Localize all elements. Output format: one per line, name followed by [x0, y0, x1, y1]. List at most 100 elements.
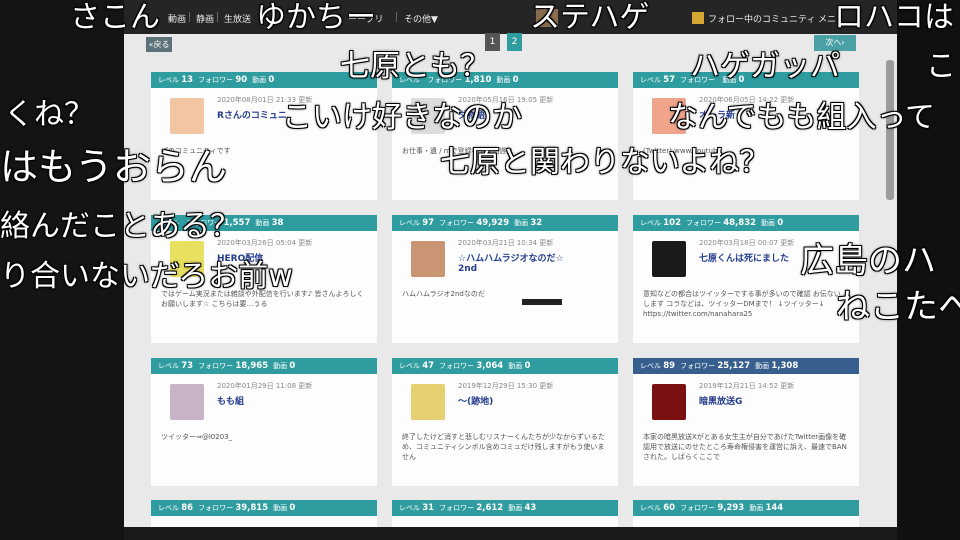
community-title[interactable]: ～(跡地) — [458, 394, 493, 407]
scrolling-comment: くね？ — [4, 97, 94, 132]
nav-other[interactable]: その他▼ — [404, 12, 438, 25]
community-thumbnail[interactable] — [652, 241, 686, 277]
card-stats-bar: レベル 97 フォロワー 49,929 動画 32 — [392, 215, 618, 231]
followers-label: フォロワー — [439, 504, 477, 512]
level-label: レベル — [399, 362, 423, 370]
level-value: 31 — [422, 503, 435, 513]
coin-icon[interactable] — [692, 12, 704, 24]
community-thumbnail[interactable] — [652, 384, 686, 420]
community-card[interactable]: レベル 97 フォロワー 49,929 動画 32 2020年03月21日 10:34… — [392, 215, 618, 343]
followers-label: フォロワー — [198, 76, 236, 84]
scrolling-comment: はもうおらん — [0, 145, 227, 189]
taskbar — [124, 527, 897, 540]
followers-label: フォロワー — [439, 362, 477, 370]
scrolling-comment: 七原とも？ — [340, 49, 490, 84]
scrolling-comment: さこん — [70, 0, 160, 35]
level-label: レベル — [399, 219, 423, 227]
updated-date: 2020年01月29日 11:08 更新 — [217, 382, 313, 390]
nav-seiga[interactable]: 静画 — [196, 12, 214, 25]
nav-followed-communities[interactable]: フォロー中のコミュニティ — [708, 12, 815, 25]
followers-value: 18,965 — [235, 361, 269, 371]
community-card[interactable]: レベル 73 フォロワー 18,965 動画 0 2020年01月29日 11:08 … — [151, 358, 377, 486]
page-2-button[interactable]: 2 — [507, 33, 522, 51]
level-value: 97 — [422, 218, 435, 228]
community-thumbnail[interactable] — [411, 384, 445, 420]
videos-value: 0 — [289, 361, 296, 371]
level-value: 57 — [663, 75, 676, 85]
card-stats-bar: レベル 60 フォロワー 9,293 動画 144 — [633, 500, 859, 516]
followers-label: フォロワー — [680, 362, 718, 370]
community-thumbnail[interactable] — [170, 384, 204, 420]
level-value: 86 — [181, 503, 194, 513]
videos-value: 0 — [524, 361, 531, 371]
scrolling-comment: ねこたへ — [836, 287, 960, 327]
back-button[interactable]: «戻る — [146, 37, 172, 52]
nav-live[interactable]: 生放送 — [224, 12, 251, 25]
level-value: 102 — [663, 218, 681, 228]
videos-value: 43 — [524, 503, 537, 513]
followers-value: 25,127 — [717, 361, 751, 371]
followers-value: 49,929 — [476, 218, 510, 228]
community-description: ハムハムラジオ2ndなのだ — [402, 290, 485, 298]
community-title[interactable]: ☆ハムハムラジオなのだ☆ — [458, 251, 564, 264]
scrolling-comment: 広島のハ — [800, 241, 936, 281]
scrolling-comment: り合いないだろお前w — [0, 259, 293, 294]
redacted-bar — [522, 299, 562, 305]
community-title[interactable]: 暗黒放送G — [699, 394, 742, 407]
scrolling-comment: ハゲガッパ — [690, 49, 840, 84]
level-label: レベル — [158, 362, 182, 370]
community-title[interactable]: 七原くんは死にました — [699, 251, 789, 264]
community-card[interactable]: レベル 57 フォロワー 動画 0 2020年06月05日 14:22 更新 オーラ新… — [633, 72, 859, 200]
scrolling-comment: 七原と関わりないよね？ — [440, 145, 770, 180]
followers-value: 48,832 — [723, 218, 757, 228]
card-stats-bar: レベル 31 フォロワー 2,612 動画 43 — [392, 500, 618, 516]
community-card[interactable]: レベル 31 フォロワー 2,612 動画 43 — [392, 500, 618, 527]
level-label: レベル — [158, 504, 182, 512]
card-stats-bar: レベル 102 フォロワー 48,832 動画 0 — [633, 215, 859, 231]
updated-date: 2019年12月29日 15:30 更新 — [458, 382, 554, 390]
community-card[interactable]: レベル フォロワー 1,810 動画 0 2020年05月16日 19:05 更新ダ… — [392, 72, 618, 200]
community-title[interactable]: Rさんのコミュニ — [217, 108, 287, 121]
community-card[interactable]: レベル 86 フォロワー 39,815 動画 0 — [151, 500, 377, 527]
level-label: レベル — [399, 504, 423, 512]
community-card[interactable]: レベル 47 フォロワー 3,064 動画 0 2019年12月29日 15:30 更… — [392, 358, 618, 486]
followers-value: 90 — [235, 75, 248, 85]
community-title[interactable]: もも組 — [217, 394, 244, 407]
updated-date: 2020年03月21日 10:34 更新 — [458, 239, 554, 247]
followers-label: フォロワー — [680, 504, 718, 512]
community-description: 意知などの都合はツイッターでする事が多いので確認 お伝ないします コラなどは、ツ… — [643, 290, 841, 318]
followers-value: 2,612 — [476, 503, 504, 513]
followers-label: フォロワー — [198, 362, 236, 370]
level-label: レベル — [640, 219, 664, 227]
nav-video[interactable]: 動画 — [168, 12, 186, 25]
scrolling-comment: こいけ好きなのか — [282, 100, 522, 135]
scrolling-comment: ステハゲ — [530, 0, 650, 35]
nav-divider — [217, 12, 218, 22]
videos-value: 1,308 — [771, 361, 799, 371]
level-label: レベル — [640, 362, 664, 370]
card-stats-bar: レベル 86 フォロワー 39,815 動画 0 — [151, 500, 377, 516]
scrolling-comment: なんでもも組入って — [668, 100, 935, 135]
level-label: レベル — [640, 504, 664, 512]
followers-label: フォロワー — [198, 504, 236, 512]
videos-value: 38 — [271, 218, 284, 228]
level-label: レベル — [640, 76, 664, 84]
community-card[interactable]: レベル 60 フォロワー 9,293 動画 144 — [633, 500, 859, 527]
followers-value: 3,064 — [476, 361, 504, 371]
card-stats-bar: レベル 89 フォロワー 25,127 動画 1,308 — [633, 358, 859, 374]
nav-divider — [396, 12, 397, 22]
followers-label: フォロワー — [439, 219, 477, 227]
community-description: ツイッター⇒@l0203_ — [161, 433, 233, 441]
scrolling-comment: ロハコは — [834, 0, 954, 35]
community-card[interactable]: レベル 89 フォロワー 25,127 動画 1,308 2019年12月21日 14… — [633, 358, 859, 486]
community-description: 終了したけど消すと悲しむリスナーくんたちが少なからずいるため、コミュニティシンボ… — [402, 433, 605, 461]
scrolling-comment: ゆかちー — [256, 0, 376, 35]
followers-value: 39,815 — [235, 503, 269, 513]
community-thumbnail[interactable] — [411, 241, 445, 277]
community-title-line2[interactable]: 2nd — [458, 264, 477, 274]
videos-value: 0 — [777, 218, 784, 228]
card-stats-bar: レベル 47 フォロワー 3,064 動画 0 — [392, 358, 618, 374]
videos-label: 動画 — [755, 362, 772, 370]
card-stats-bar: レベル 73 フォロワー 18,965 動画 0 — [151, 358, 377, 374]
community-thumbnail[interactable] — [170, 98, 204, 134]
